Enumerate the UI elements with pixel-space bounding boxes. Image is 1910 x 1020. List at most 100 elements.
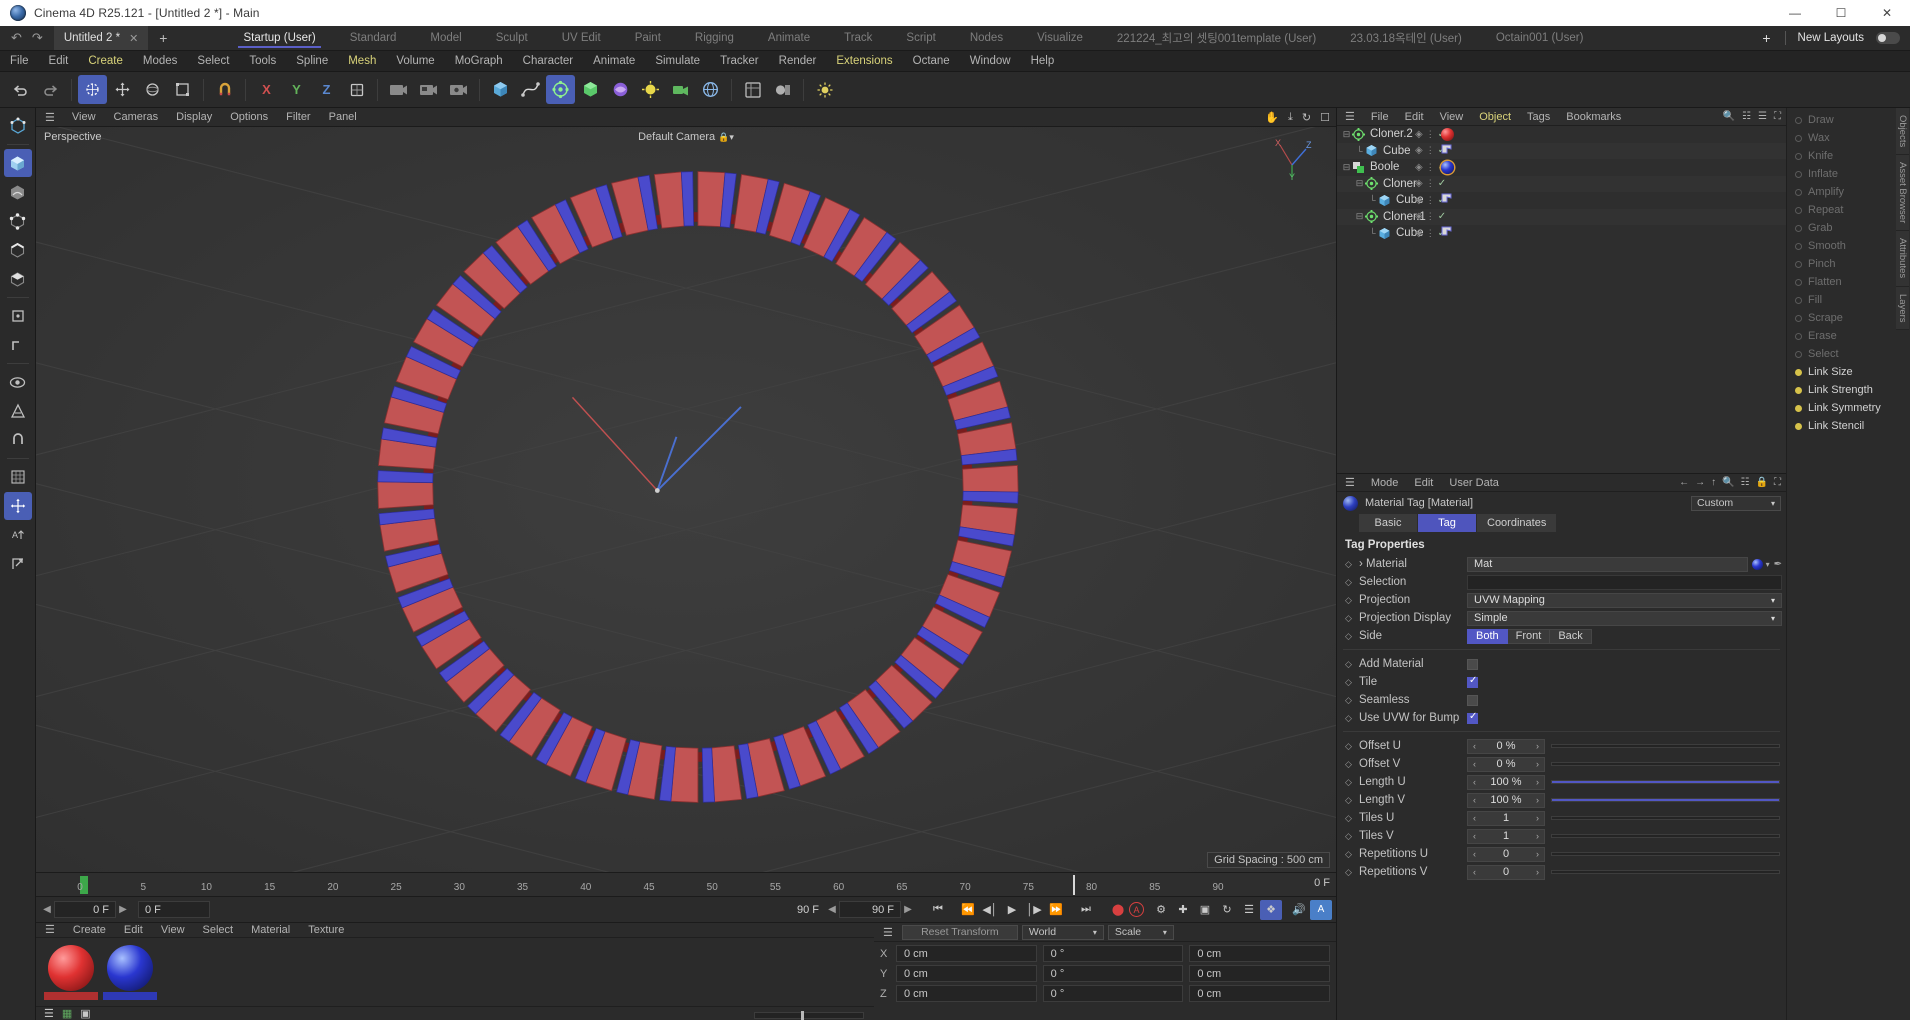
new-document-button[interactable]: +: [148, 26, 178, 50]
property-spinner-repetitions-v[interactable]: ‹ 0 ›: [1467, 864, 1545, 880]
increment-arrow-icon[interactable]: ›: [1531, 759, 1544, 769]
add-spline-icon[interactable]: [516, 75, 545, 104]
position-field-x[interactable]: 0 cm: [896, 945, 1037, 962]
command-repeat[interactable]: Repeat: [1787, 201, 1896, 219]
object-menu-bookmarks[interactable]: Bookmarks: [1558, 111, 1629, 123]
decrement-arrow-icon[interactable]: ‹: [1468, 813, 1481, 823]
menu-render[interactable]: Render: [769, 51, 827, 72]
side-tab-asset-browser[interactable]: Asset Browser: [1896, 155, 1909, 232]
menu-mograph[interactable]: MoGraph: [445, 51, 513, 72]
layers-icon[interactable]: ◈: [1415, 145, 1423, 156]
lock-x-axis-icon[interactable]: X: [252, 75, 281, 104]
layout-tab-0[interactable]: Startup (User): [226, 26, 332, 50]
world-coordinates-icon[interactable]: [342, 75, 371, 104]
frame-next-arrow[interactable]: ▶: [116, 904, 130, 915]
attribute-menu-mode[interactable]: Mode: [1363, 477, 1407, 489]
layout-tab-7[interactable]: Animate: [751, 26, 827, 50]
material-swatch-red[interactable]: [44, 944, 98, 1000]
visibility-dots-icon[interactable]: ⋮: [1426, 145, 1435, 156]
property-select-projection-display[interactable]: Simple ▾: [1467, 610, 1782, 626]
material-menu-select[interactable]: Select: [194, 924, 243, 936]
object-row-cube[interactable]: └Cube◈⋮✓: [1337, 192, 1786, 209]
material-swatch-blue[interactable]: [103, 944, 157, 1000]
decrement-arrow-icon[interactable]: ‹: [1468, 849, 1481, 859]
object-row-boole[interactable]: ⊟Boole◈⋮✓: [1337, 159, 1786, 176]
property-spinner-tiles-u[interactable]: ‹ 1 ›: [1467, 810, 1545, 826]
move-tool-icon[interactable]: [108, 75, 137, 104]
step-forward-frame-icon[interactable]: │▶: [1023, 900, 1045, 920]
animate-keyframe-icon[interactable]: ◇: [1345, 849, 1359, 860]
decrement-arrow-icon[interactable]: ‹: [1468, 741, 1481, 751]
animate-keyframe-icon[interactable]: ◇: [1345, 813, 1359, 824]
material-menu-texture[interactable]: Texture: [299, 924, 353, 936]
property-input-material[interactable]: Mat: [1467, 556, 1748, 572]
command-inflate[interactable]: Inflate: [1787, 165, 1896, 183]
object-tag-uv-flag[interactable]: [1441, 226, 1452, 240]
expand-icon[interactable]: ⛶: [1774, 477, 1781, 488]
visibility-dots-icon[interactable]: ⋮: [1426, 211, 1435, 222]
redo-icon[interactable]: ↷: [32, 30, 43, 46]
record-pla-icon[interactable]: ❖: [1260, 899, 1282, 920]
record-scale-icon[interactable]: ▣: [1194, 900, 1216, 920]
visibility-dots-icon[interactable]: ⋮: [1426, 129, 1435, 140]
preview-prev-arrow[interactable]: ◀: [825, 904, 839, 915]
segment-back[interactable]: Back: [1550, 628, 1592, 644]
model-mode-icon[interactable]: [3, 149, 32, 177]
add-camera-icon[interactable]: [666, 75, 695, 104]
attribute-tab-basic[interactable]: Basic: [1359, 514, 1417, 532]
magnet-tool-icon[interactable]: [210, 75, 239, 104]
command-wax[interactable]: Wax: [1787, 129, 1896, 147]
enable-check-icon[interactable]: ✓: [1438, 211, 1446, 222]
object-tag-blue-sphere-selected[interactable]: [1441, 160, 1454, 174]
rotation-field-x[interactable]: 0 °: [1042, 945, 1184, 962]
object-tag-uv-flag[interactable]: [1441, 144, 1452, 158]
animate-keyframe-icon[interactable]: ◇: [1345, 867, 1359, 878]
object-menu-edit[interactable]: Edit: [1397, 111, 1432, 123]
layout-tab-1[interactable]: Standard: [333, 26, 414, 50]
property-input-selection[interactable]: [1467, 574, 1782, 590]
add-environment-icon[interactable]: [696, 75, 725, 104]
maximize-viewport-icon[interactable]: ☐: [1320, 111, 1330, 124]
hamburger-icon[interactable]: ☰: [1337, 110, 1363, 123]
layout-tab-2[interactable]: Model: [413, 26, 478, 50]
render-region-icon[interactable]: [414, 75, 443, 104]
timeline-ruler[interactable]: 0 5 10 15 20 25 30 35 40 45 50 55 60 65 70 75 80 85 90 0 F: [36, 872, 1336, 896]
command-flatten[interactable]: Flatten: [1787, 273, 1896, 291]
material-menu-view[interactable]: View: [152, 924, 194, 936]
command-link-stencil[interactable]: Link Stencil: [1787, 417, 1896, 435]
property-slider-repetitions-v[interactable]: [1551, 870, 1780, 874]
lock-z-axis-icon[interactable]: Z: [312, 75, 341, 104]
attribute-menu-edit[interactable]: Edit: [1406, 477, 1441, 489]
command-fill[interactable]: Fill: [1787, 291, 1896, 309]
filter-icon[interactable]: ☷: [1742, 111, 1751, 122]
object-menu-file[interactable]: File: [1363, 111, 1397, 123]
lock-y-axis-icon[interactable]: Y: [282, 75, 311, 104]
property-slider-length-u[interactable]: [1551, 780, 1780, 784]
property-spinner-offset-u[interactable]: ‹ 0 % ›: [1467, 738, 1545, 754]
coordinate-mode-select[interactable]: Scale ▾: [1107, 924, 1174, 940]
property-spinner-repetitions-u[interactable]: ‹ 0 ›: [1467, 846, 1545, 862]
command-amplify[interactable]: Amplify: [1787, 183, 1896, 201]
search-icon[interactable]: 🔍: [1722, 477, 1734, 488]
increment-arrow-icon[interactable]: ›: [1531, 831, 1544, 841]
viewport-menu-options[interactable]: Options: [221, 108, 277, 127]
material-manager-icon[interactable]: [768, 75, 797, 104]
property-slider-length-v[interactable]: [1551, 798, 1780, 802]
property-slider-tiles-u[interactable]: [1551, 816, 1780, 820]
increment-arrow-icon[interactable]: ›: [1531, 849, 1544, 859]
animate-keyframe-icon[interactable]: ◇: [1345, 713, 1359, 724]
chevron-down-icon[interactable]: ▾: [1766, 560, 1770, 569]
viewport-menu-display[interactable]: Display: [167, 108, 221, 127]
lock-camera-icon[interactable]: 🔒▾: [718, 132, 734, 142]
layout-tab-10[interactable]: Nodes: [953, 26, 1020, 50]
object-menu-object[interactable]: Object: [1471, 111, 1519, 123]
menu-modes[interactable]: Modes: [133, 51, 188, 72]
menu-file[interactable]: File: [0, 51, 39, 72]
viewport-menu-filter[interactable]: Filter: [277, 108, 319, 127]
increment-arrow-icon[interactable]: ›: [1531, 777, 1544, 787]
command-link-size[interactable]: Link Size: [1787, 363, 1896, 381]
menu-create[interactable]: Create: [78, 51, 133, 72]
rotate-tool-icon[interactable]: [138, 75, 167, 104]
rotation-field-z[interactable]: 0 °: [1042, 985, 1184, 1002]
viewport-menu-panel[interactable]: Panel: [320, 108, 366, 127]
